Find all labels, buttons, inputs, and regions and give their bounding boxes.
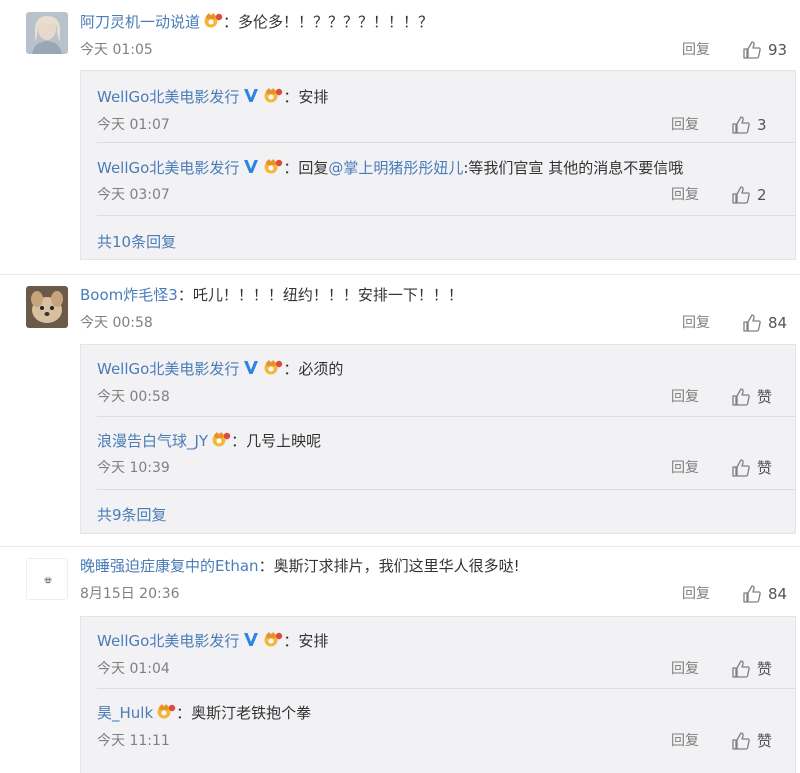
member-crown-icon [203,11,223,35]
reply-text: 安排 [298,632,329,650]
thumbs-up-icon [732,116,750,134]
divider [97,416,795,417]
reply-text: 安排 [298,88,329,106]
verified-v-icon [243,630,259,654]
member-crown-icon [263,358,283,382]
reply-text: :等我们官宣 其他的消息不要信哦 [463,159,684,177]
show-all-replies-link[interactable]: 共10条回复 [97,230,176,254]
username[interactable]: WellGo北美电影发行 [97,159,239,177]
reply-text: 几号上映呢 [246,432,322,450]
thumbs-up-icon [743,585,761,603]
reply-button[interactable]: 回复 [671,113,699,137]
thumbs-up-icon [743,314,761,332]
like-button[interactable]: 赞 [731,657,772,681]
comment-text: 多伦多！！？？？？！！！？ [238,13,434,31]
member-crown-icon [156,702,176,726]
divider [97,215,795,216]
like-count: 93 [768,41,788,59]
username[interactable]: 晚睡强迫症康复中的Ethan [80,557,259,575]
avatar[interactable] [26,558,68,600]
mention-link[interactable]: @掌上明猪彤彤妞儿 [328,159,463,177]
divider [0,274,800,275]
timestamp: 今天 01:04 [97,661,170,677]
like-count: 赞 [757,388,773,406]
like-button[interactable]: 93 [742,38,787,62]
reply-thread: WellGo北美电影发行 ：安排 今天 01:07 回复 3 WellGo北美电影… [80,70,796,260]
timestamp: 今天 01:07 [97,117,170,133]
thumbs-up-icon [732,186,750,204]
reply-button[interactable]: 回复 [682,582,710,606]
member-crown-icon [263,86,283,110]
thumbs-up-icon [732,732,750,750]
like-count: 3 [757,116,767,134]
timestamp: 今天 03:07 [97,187,170,203]
username[interactable]: 浪漫告白气球_JY [97,432,208,450]
thumbs-up-icon [732,388,750,406]
like-button[interactable]: 3 [731,113,767,137]
member-crown-icon [211,430,231,454]
avatar[interactable] [26,12,68,54]
reply-button[interactable]: 回复 [671,657,699,681]
reply-button[interactable]: 回复 [671,385,699,409]
timestamp: 今天 00:58 [80,315,153,331]
thumbs-up-icon [743,41,761,59]
comment-text: 奥斯汀求排片，我们这里华人很多哒! [273,557,520,575]
reply-button[interactable]: 回复 [682,38,710,62]
reply-button[interactable]: 回复 [671,456,699,480]
verified-v-icon [243,358,259,382]
thumbs-up-icon [732,459,750,477]
verified-v-icon [243,86,259,110]
timestamp: 今天 10:39 [97,460,170,476]
divider [97,688,795,689]
timestamp: 今天 01:05 [80,42,153,58]
reply-button[interactable]: 回复 [682,311,710,335]
like-button[interactable]: 赞 [731,456,772,480]
reply-thread: WellGo北美电影发行 ：安排 今天 01:04 回复 赞 昊_Hulk ：奥斯汀… [80,616,796,773]
like-count: 赞 [757,459,773,477]
show-all-replies-link[interactable]: 共9条回复 [97,503,167,527]
member-crown-icon [263,630,283,654]
like-button[interactable]: 2 [731,183,767,207]
reply-text: 奥斯汀老铁抱个拳 [191,704,312,722]
username[interactable]: 阿刀灵机一动说道 [80,13,200,31]
like-button[interactable]: 赞 [731,729,772,753]
divider [0,546,800,547]
timestamp: 今天 11:11 [97,733,170,749]
reply-prefix: 回复 [298,159,329,177]
username[interactable]: Boom炸毛怪3 [80,286,178,304]
divider [97,489,795,490]
avatar[interactable] [26,286,68,328]
member-crown-icon [263,157,283,181]
reply-button[interactable]: 回复 [671,183,699,207]
like-count: 84 [768,585,788,603]
like-button[interactable]: 赞 [731,385,772,409]
timestamp: 8月15日 20:36 [80,586,180,602]
reply-text: 必须的 [298,360,344,378]
timestamp: 今天 00:58 [97,389,170,405]
like-button[interactable]: 84 [742,311,787,335]
thumbs-up-icon [732,660,750,678]
like-button[interactable]: 84 [742,582,787,606]
username[interactable]: WellGo北美电影发行 [97,632,239,650]
comment-text: 吒儿！！！！纽约！！！安排一下！！！ [192,286,463,304]
verified-v-icon [243,157,259,181]
reply-button[interactable]: 回复 [671,729,699,753]
like-count: 2 [757,186,767,204]
username[interactable]: 昊_Hulk [97,704,153,722]
like-count: 赞 [757,660,773,678]
username[interactable]: WellGo北美电影发行 [97,360,239,378]
reply-thread: WellGo北美电影发行 ：必须的 今天 00:58 回复 赞 浪漫告白气球_JY… [80,344,796,534]
like-count: 赞 [757,732,773,750]
username[interactable]: WellGo北美电影发行 [97,88,239,106]
divider [97,142,795,143]
like-count: 84 [768,314,788,332]
